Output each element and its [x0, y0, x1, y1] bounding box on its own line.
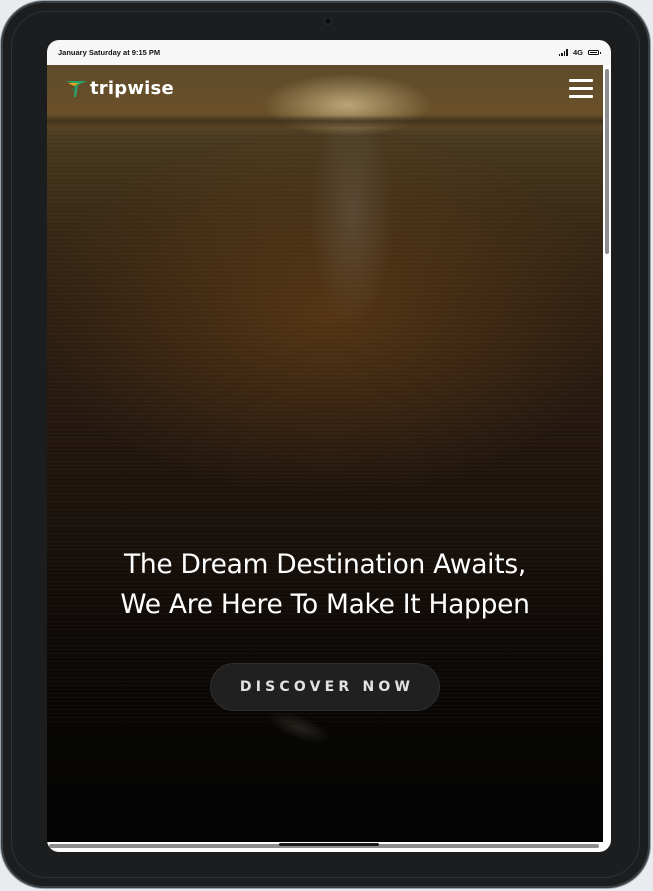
vertical-scrollbar[interactable]	[603, 65, 611, 850]
hero-headline-line-2: We Are Here To Make It Happen	[120, 589, 530, 620]
brand-name: tripwise	[90, 77, 174, 99]
network-type: 4G	[572, 48, 583, 57]
menu-bar	[569, 95, 593, 98]
status-bar: January Saturday at 9:15 PM 4G	[47, 40, 611, 65]
home-indicator[interactable]	[279, 843, 379, 846]
screen: January Saturday at 9:15 PM 4G tripwise	[47, 40, 611, 852]
hero-headline-line-1: The Dream Destination Awaits,	[124, 549, 526, 580]
screen-bottom-edge	[47, 850, 611, 852]
status-datetime: January Saturday at 9:15 PM	[58, 48, 161, 57]
brand-logo[interactable]: tripwise	[65, 77, 174, 99]
front-camera	[325, 18, 331, 24]
hero-section	[47, 65, 603, 850]
discover-now-button[interactable]: DISCOVER NOW	[210, 663, 440, 711]
navbar: tripwise	[47, 65, 603, 113]
plane-logo-icon	[66, 81, 87, 97]
vertical-scrollbar-thumb[interactable]	[605, 69, 609, 254]
hero-headline: The Dream Destination Awaits, We Are Her…	[47, 545, 603, 625]
status-indicators: 4G	[558, 48, 601, 57]
signal-icon	[558, 49, 568, 56]
menu-bar	[569, 79, 593, 82]
battery-icon	[588, 50, 601, 55]
hamburger-menu-icon[interactable]	[569, 79, 593, 98]
hero-sea-texture	[47, 125, 603, 725]
menu-bar	[569, 87, 593, 90]
